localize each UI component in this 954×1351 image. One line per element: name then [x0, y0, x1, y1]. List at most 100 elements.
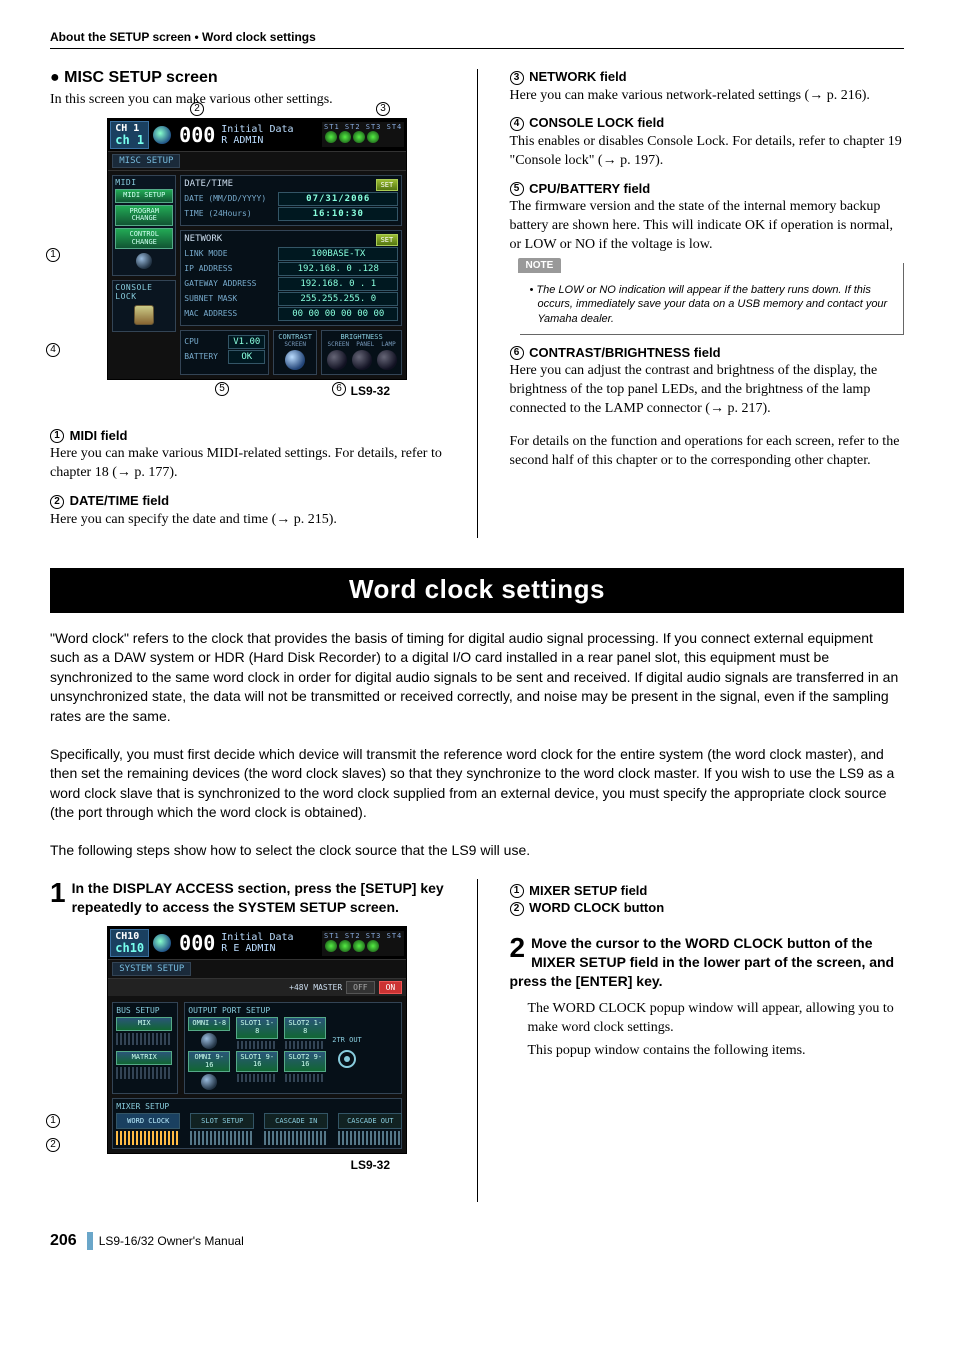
- page-header: About the SETUP screen • Word clock sett…: [50, 30, 904, 49]
- step-1-heading: In the DISPLAY ACCESS section, press the…: [50, 879, 445, 917]
- battery-value: OK: [228, 350, 265, 364]
- step-2-number: 2: [510, 934, 526, 962]
- cascade-in-button[interactable]: CASCADE IN: [264, 1113, 328, 1129]
- sys-scene-name: Initial Data R E ADMIN: [221, 932, 293, 954]
- page-number: 206: [50, 1232, 77, 1250]
- brightness-panel-knob[interactable]: [352, 350, 372, 370]
- sys-channel-box: CH10 ch10: [110, 929, 149, 957]
- footer-doc-title: LS9-16/32 Owner's Manual: [99, 1234, 244, 1248]
- misc-setup-heading: MISC SETUP screen: [50, 69, 445, 87]
- 2tr-out-icon[interactable]: [338, 1050, 356, 1068]
- mix-button[interactable]: MIX: [116, 1017, 172, 1031]
- ip-value[interactable]: 192.168. 0 .128: [278, 262, 398, 276]
- link-mode-value[interactable]: 100BASE-TX: [278, 247, 398, 261]
- callout-3-top: 3: [376, 102, 392, 116]
- callout-label-2: 2 WORD CLOCK button: [510, 900, 905, 916]
- system-figure-caption: LS9-32: [70, 1158, 390, 1172]
- slot2-9-16-button[interactable]: SLOT2 9-16: [284, 1051, 326, 1072]
- sys-st-indicators: ST1 ST2 ST3 ST4: [322, 931, 404, 956]
- scene-name: Initial Data R ADMIN: [221, 124, 293, 146]
- note-label: NOTE: [518, 258, 562, 273]
- gateway-label: GATEWAY ADDRESS: [184, 279, 274, 288]
- cascade-out-button[interactable]: CASCADE OUT: [338, 1113, 402, 1129]
- step-2-heading: Move the cursor to the WORD CLOCK button…: [510, 934, 905, 991]
- cpu-label: CPU: [184, 337, 224, 346]
- network-section: NETWORK SET LINK MODE100BASE-TX IP ADDRE…: [180, 230, 402, 326]
- mac-label: MAC ADDRESS: [184, 309, 274, 318]
- omni-9-16-knob-icon: [201, 1074, 217, 1090]
- omni-1-8-button[interactable]: OMNI 1-8: [188, 1017, 230, 1031]
- callout-6-bottom: 6: [332, 382, 348, 396]
- channel-box: CH 1 ch 1: [110, 121, 149, 149]
- callout-sys-2: 2: [46, 1138, 62, 1152]
- sys-channel-name: ch10: [115, 942, 144, 954]
- field-3-heading: 3 NETWORK field: [510, 69, 905, 85]
- midi-knob-icon: [136, 253, 152, 269]
- misc-setup-tab: MISC SETUP: [112, 154, 180, 168]
- sys-scene-number: 000: [179, 931, 215, 955]
- network-set-button[interactable]: SET: [376, 234, 399, 246]
- matrix-button[interactable]: MATRIX: [116, 1051, 172, 1065]
- callout-label-1: 1 MIXER SETUP field: [510, 883, 905, 899]
- slot1-1-8-button[interactable]: SLOT1 1-8: [236, 1017, 278, 1038]
- word-clock-button[interactable]: WORD CLOCK: [116, 1113, 180, 1129]
- channel-name: ch 1: [115, 134, 144, 146]
- system-setup-screenshot: CH10 ch10 000 Initial Data R E ADMIN ST1…: [107, 926, 407, 1154]
- slot1-9-16-button[interactable]: SLOT1 9-16: [236, 1051, 278, 1072]
- slot2-1-8-button[interactable]: SLOT2 1-8: [284, 1017, 326, 1038]
- column-divider-2: [477, 879, 478, 1203]
- midi-section: MIDI MIDI SETUP PROGRAM CHANGE CONTROL C…: [112, 175, 176, 276]
- midi-setup-button[interactable]: MIDI SETUP: [115, 189, 173, 203]
- omni-9-16-button[interactable]: OMNI 9-16: [188, 1051, 230, 1072]
- field-5-body: The firmware version and the state of th…: [510, 198, 905, 255]
- field-2-body: Here you can specify the date and time (…: [50, 511, 445, 530]
- 2tr-out-label: 2TR OUT: [332, 1036, 362, 1044]
- st-indicators: ST1 ST2 ST3 ST4: [322, 122, 404, 147]
- field-6-heading: 6 CONTRAST/BRIGHTNESS field: [510, 345, 905, 361]
- cpu-value: V1.00: [228, 335, 265, 349]
- brightness-lamp-knob[interactable]: [377, 350, 397, 370]
- contrast-box: CONTRAST SCREEN: [273, 330, 317, 375]
- brightness-box: BRIGHTNESS SCREENPANELLAMP: [321, 330, 402, 375]
- program-change-button[interactable]: PROGRAM CHANGE: [115, 205, 173, 226]
- time-value[interactable]: 16:10:30: [278, 207, 398, 221]
- field-5-heading: 5 CPU/BATTERY field: [510, 181, 905, 197]
- intro-paragraph-2: Specifically, you must first decide whic…: [50, 745, 904, 823]
- slot-setup-button[interactable]: SLOT SETUP: [190, 1113, 254, 1129]
- phantom-on-button[interactable]: ON: [379, 981, 403, 994]
- bus-setup-group: BUS SETUP MIX MATRIX: [112, 1002, 178, 1094]
- scene-number: 000: [179, 123, 215, 147]
- omni-1-8-knob-icon: [201, 1033, 217, 1049]
- subnet-value[interactable]: 255.255.255. 0: [278, 292, 398, 306]
- date-value[interactable]: 07/31/2006: [278, 192, 398, 206]
- mac-value: 00 00 00 00 00 00: [278, 307, 398, 321]
- misc-setup-screenshot: CH 1 ch 1 000 Initial Data R ADMIN ST1 S…: [107, 118, 407, 380]
- sys-knob-icon: [153, 934, 171, 952]
- column-divider: [477, 69, 478, 538]
- control-change-button[interactable]: CONTROL CHANGE: [115, 228, 173, 249]
- intro-paragraph-1: "Word clock" refers to the clock that pr…: [50, 629, 904, 727]
- callout-sys-1: 1: [46, 1114, 62, 1128]
- callout-2-top: 2: [190, 102, 206, 116]
- console-lock-section: CONSOLE LOCK: [112, 280, 176, 332]
- field-4-body: This enables or disables Console Lock. F…: [510, 133, 905, 171]
- date-label: DATE (MM/DD/YYYY): [184, 194, 274, 203]
- subnet-label: SUBNET MASK: [184, 294, 274, 303]
- field-6-body: Here you can adjust the contrast and bri…: [510, 362, 905, 419]
- time-label: TIME (24Hours): [184, 209, 274, 218]
- callout-5-bottom: 5: [215, 382, 231, 396]
- contrast-knob[interactable]: [285, 350, 305, 370]
- closing-text: For details on the function and operatio…: [510, 433, 905, 471]
- ip-label: IP ADDRESS: [184, 264, 274, 273]
- lock-icon[interactable]: [134, 305, 154, 325]
- field-4-heading: 4 CONSOLE LOCK field: [510, 115, 905, 131]
- datetime-section: DATE/TIME SET DATE (MM/DD/YYYY)07/31/200…: [180, 175, 402, 226]
- field-1-body: Here you can make various MIDI-related s…: [50, 445, 445, 483]
- intro-paragraph-3: The following steps show how to select t…: [50, 841, 904, 861]
- brightness-screen-knob[interactable]: [327, 350, 347, 370]
- callout-1-left: 1: [46, 248, 62, 262]
- gateway-value[interactable]: 192.168. 0 . 1: [278, 277, 398, 291]
- phantom-off-button[interactable]: OFF: [346, 981, 374, 994]
- output-port-group: OUTPUT PORT SETUP OMNI 1-8 OMNI 9-16 SLO…: [184, 1002, 402, 1094]
- datetime-set-button[interactable]: SET: [376, 179, 399, 191]
